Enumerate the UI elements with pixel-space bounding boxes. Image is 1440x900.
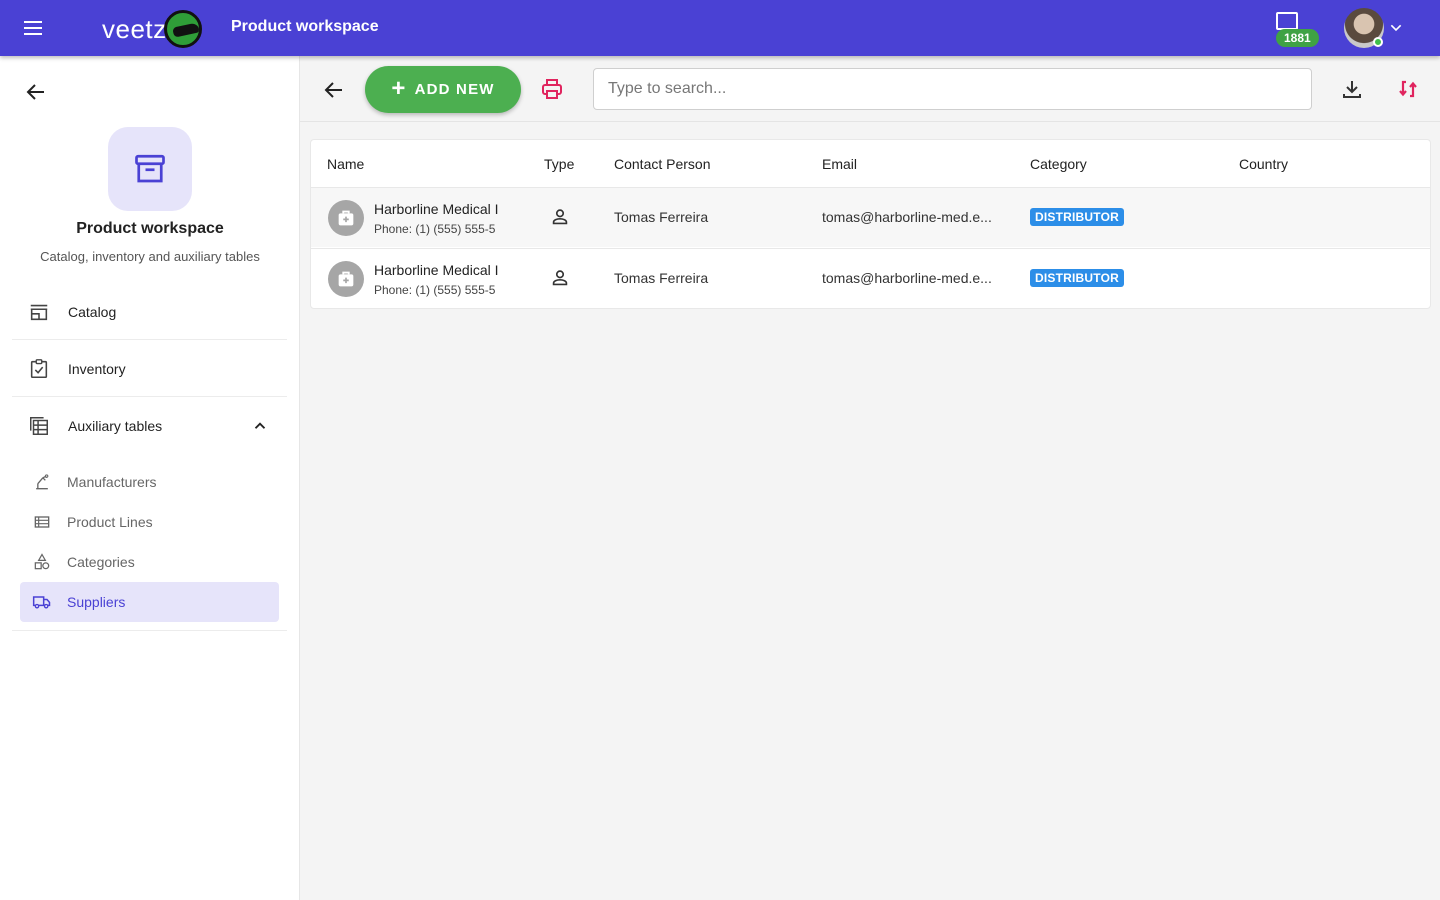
logo-text: veetz [102, 13, 167, 44]
supplier-phone: Phone: (1) (555) 555-5 [374, 222, 496, 236]
column-header-email[interactable]: Email [822, 156, 857, 172]
column-header-country[interactable]: Country [1239, 156, 1288, 172]
table-row[interactable]: Harborline Medical I Phone: (1) (555) 55… [311, 187, 1430, 247]
top-app-bar: veetz Product workspace 1881 [0, 0, 1440, 56]
supplier-phone: Phone: (1) (555) 555-5 [374, 283, 496, 297]
menu-icon[interactable] [24, 14, 58, 42]
list-toolbar: + ADD NEW [300, 56, 1440, 122]
supplier-email: tomas@harborline-med.e... [822, 270, 992, 286]
user-avatar[interactable] [1344, 8, 1384, 48]
sidebar-divider [12, 630, 287, 631]
column-header-name[interactable]: Name [327, 156, 364, 172]
contact-person: Tomas Ferreira [614, 209, 709, 225]
truck-icon [32, 596, 51, 609]
sidebar-subitem-label: Manufacturers [67, 474, 157, 490]
medical-bag-icon [328, 261, 364, 297]
notification-count-badge: 1881 [1276, 29, 1319, 47]
supplier-name: Harborline Medical I [374, 201, 499, 217]
contact-person: Tomas Ferreira [614, 270, 709, 286]
sidebar-subitem-label: Suppliers [67, 594, 126, 610]
table-row[interactable]: Harborline Medical I Phone: (1) (555) 55… [311, 248, 1430, 308]
sidebar: Product workspace Catalog, inventory and… [0, 56, 300, 900]
sidebar-item-inventory[interactable]: Inventory [12, 341, 287, 397]
storefront-icon [30, 304, 48, 320]
column-header-category[interactable]: Category [1030, 156, 1087, 172]
column-header-contact-person[interactable]: Contact Person [614, 156, 711, 172]
table-icon [30, 417, 48, 435]
print-icon[interactable] [540, 77, 564, 101]
back-arrow-icon[interactable] [322, 78, 346, 102]
sidebar-item-label: Inventory [68, 360, 126, 377]
sidebar-subitem-product-lines[interactable]: Product Lines [20, 502, 279, 542]
logo-mark-icon [163, 10, 202, 48]
chevron-up-icon[interactable] [251, 417, 269, 435]
back-arrow-icon[interactable] [24, 80, 48, 104]
sync-icon[interactable] [1396, 77, 1420, 101]
online-status-dot [1373, 37, 1383, 47]
person-icon [552, 270, 568, 286]
medical-bag-icon [328, 200, 364, 236]
sidebar-subitem-categories[interactable]: Categories [20, 542, 279, 582]
category-badge: DISTRIBUTOR [1030, 269, 1124, 287]
category-badge: DISTRIBUTOR [1030, 208, 1124, 226]
sidebar-subitem-label: Categories [67, 554, 135, 570]
plus-icon: + [391, 74, 407, 102]
notifications-button[interactable]: 1881 [1274, 12, 1320, 48]
sidebar-item-catalog[interactable]: Catalog [12, 284, 287, 340]
suppliers-table: Name Type Contact Person Email Category … [310, 139, 1431, 309]
clipboard-check-icon [30, 358, 48, 378]
download-icon[interactable] [1340, 77, 1364, 101]
app-logo[interactable]: veetz [102, 10, 202, 48]
add-new-label: ADD NEW [414, 81, 495, 98]
person-icon [552, 209, 568, 225]
add-new-button[interactable]: + ADD NEW [365, 66, 521, 113]
chevron-down-icon[interactable] [1388, 20, 1404, 36]
sidebar-subitem-manufacturers[interactable]: Manufacturers [20, 462, 279, 502]
list-icon [34, 516, 50, 528]
column-header-type[interactable]: Type [544, 156, 574, 172]
factory-icon [36, 474, 49, 490]
sidebar-item-auxiliary-tables[interactable]: Auxiliary tables [12, 398, 287, 454]
notification-icon [1276, 12, 1298, 30]
supplier-name: Harborline Medical I [374, 262, 499, 278]
supplier-email: tomas@harborline-med.e... [822, 209, 992, 225]
workspace-subtitle: Catalog, inventory and auxiliary tables [40, 249, 260, 264]
sidebar-subitem-suppliers[interactable]: Suppliers [20, 582, 279, 622]
search-input[interactable] [593, 68, 1312, 110]
shapes-icon [34, 553, 50, 570]
sidebar-item-label: Auxiliary tables [68, 418, 163, 434]
workspace-archive-icon [108, 127, 192, 211]
sidebar-subitem-label: Product Lines [67, 514, 153, 530]
workspace-title: Product workspace [76, 220, 224, 237]
sidebar-item-label: Catalog [68, 303, 117, 320]
app-title: Product workspace [231, 18, 379, 35]
